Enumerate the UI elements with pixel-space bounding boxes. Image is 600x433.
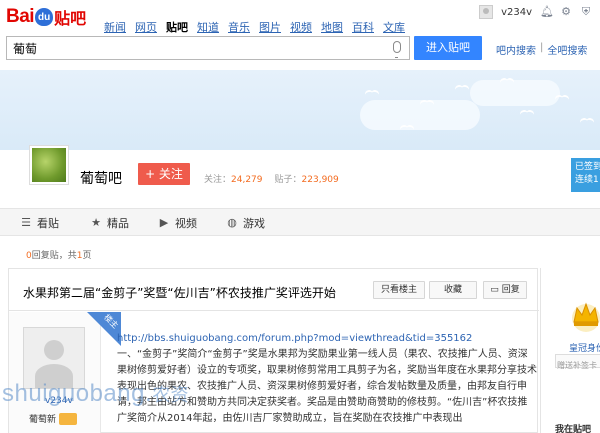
op-corner-badge: 楼主 bbox=[87, 312, 121, 346]
search-links: 吧内搜索 | 全吧搜索 bbox=[496, 42, 587, 57]
follow-count-label: 关注： bbox=[204, 175, 232, 185]
poster-level: 葡萄新 bbox=[29, 412, 78, 425]
logo-bai: Bai bbox=[6, 6, 35, 27]
crown-icon[interactable] bbox=[569, 298, 600, 332]
sign-in-button[interactable]: 已签到 连续1 bbox=[571, 158, 600, 192]
page-count-label: 页 bbox=[82, 251, 92, 261]
tab-label: 精品 bbox=[107, 217, 129, 230]
video-icon: ▶ bbox=[159, 216, 169, 229]
post-count: 223,909 bbox=[301, 175, 339, 185]
sign-in-streak: 连续1 bbox=[575, 175, 599, 185]
post-count-stat: 贴子：223,909 bbox=[275, 172, 339, 185]
bird-decoration bbox=[555, 95, 569, 103]
nav-link[interactable]: 知道 bbox=[197, 19, 219, 35]
site-watermark: shuiguobang.农资 bbox=[2, 380, 189, 408]
thread-title-row: 水果邦第二届“金剪子”奖暨“佐川吉”杯农技推广奖评选开始 只看楼主 收藏 ▭ 回… bbox=[9, 269, 539, 311]
all-forum-search-link[interactable]: 全吧搜索 bbox=[547, 42, 587, 57]
star-icon: ★ bbox=[91, 216, 101, 229]
username[interactable]: v234v bbox=[501, 7, 532, 18]
bell-icon[interactable]: 🔔︎ bbox=[540, 6, 554, 18]
user-avatar[interactable] bbox=[479, 5, 494, 19]
watermark-latin: shuiguobang bbox=[2, 380, 145, 407]
tab-view-posts[interactable]: ☰ 看贴 bbox=[20, 215, 59, 231]
nav-link[interactable]: 地图 bbox=[321, 19, 343, 35]
forum-tabs: ☰ 看贴 ★ 精品 ▶ 视频 ◍ 游戏 bbox=[0, 208, 600, 236]
bird-decoration bbox=[455, 85, 469, 93]
tab-label: 游戏 bbox=[243, 217, 265, 230]
forum-name[interactable]: 葡萄吧 bbox=[80, 168, 122, 188]
favorite-button[interactable]: 收藏 bbox=[429, 281, 477, 299]
product-nav: 新闻 网页 贴吧 知道 音乐 图片 视频 地图 百科 文库 bbox=[104, 19, 405, 35]
nav-link[interactable]: 视频 bbox=[290, 19, 312, 35]
list-icon: ☰ bbox=[21, 216, 31, 229]
post-body: http://bbs.shuiguobang.com/forum.php?mod… bbox=[117, 331, 537, 427]
bird-decoration bbox=[500, 78, 514, 86]
forum-banner bbox=[0, 70, 600, 150]
tab-featured[interactable]: ★ 精品 bbox=[90, 215, 129, 231]
reply-page-count: 0回复贴，共1页 bbox=[26, 248, 92, 261]
comment-icon: ▭ bbox=[490, 285, 499, 295]
op-badge-label: 楼主 bbox=[102, 312, 120, 331]
nav-link[interactable]: 贴吧 bbox=[166, 19, 188, 35]
post-link[interactable]: http://bbs.shuiguobang.com/forum.php?mod… bbox=[117, 331, 537, 347]
bird-decoration bbox=[580, 118, 594, 126]
follow-button[interactable]: + 关注 bbox=[138, 163, 190, 185]
forum-header: 葡萄吧 + 关注 关注：24,279 贴子：223,909 已签到 连续1 bbox=[0, 146, 600, 202]
banner-cloud bbox=[470, 80, 560, 106]
forum-stats: 关注：24,279 贴子：223,909 bbox=[204, 172, 339, 185]
reply-button-label: 回复 bbox=[501, 285, 520, 295]
nav-link[interactable]: 文库 bbox=[383, 19, 405, 35]
search-row: 葡萄 进入贴吧 吧内搜索 | 全吧搜索 bbox=[0, 36, 600, 62]
watermark-cn: 农资 bbox=[152, 385, 190, 406]
nav-link[interactable]: 百科 bbox=[352, 19, 374, 35]
nav-link[interactable]: 网页 bbox=[135, 19, 157, 35]
search-input-value: 葡萄 bbox=[13, 42, 38, 56]
post-count-label: 贴子： bbox=[274, 175, 302, 185]
tab-label: 看贴 bbox=[37, 217, 59, 230]
tab-games[interactable]: ◍ 游戏 bbox=[226, 215, 265, 231]
gear-icon[interactable]: ⚙︎ bbox=[560, 6, 572, 18]
poster-level-title: 葡萄新 bbox=[29, 415, 57, 425]
follow-count-stat: 关注：24,279 bbox=[204, 172, 263, 185]
tab-label: 视频 bbox=[175, 217, 197, 230]
gamepad-icon: ◍ bbox=[227, 216, 237, 229]
bird-decoration bbox=[365, 90, 379, 98]
bird-decoration bbox=[400, 125, 414, 133]
nav-link[interactable]: 图片 bbox=[259, 19, 281, 35]
search-input[interactable]: 葡萄 bbox=[6, 36, 410, 60]
user-area: v234v 🔔︎ ⚙︎ ⛨ bbox=[479, 4, 592, 20]
reply-button[interactable]: ▭ 回复 bbox=[483, 281, 527, 299]
bird-decoration bbox=[420, 100, 434, 108]
gift-hint[interactable]: 赠送补签卡 bbox=[557, 360, 597, 371]
bird-decoration bbox=[520, 110, 534, 118]
logo-tieba: 贴吧 bbox=[54, 9, 87, 28]
top-bar: Bai du 贴吧 新闻 网页 贴吧 知道 音乐 图片 视频 地图 百科 文库 v234v 🔔︎ … bbox=[0, 0, 600, 34]
forum-avatar[interactable] bbox=[30, 146, 68, 184]
shield-icon[interactable]: ⛨ bbox=[580, 6, 592, 18]
tab-video[interactable]: ▶ 视频 bbox=[158, 215, 197, 231]
only-op-button[interactable]: 只看楼主 bbox=[373, 281, 425, 299]
nav-link[interactable]: 新闻 bbox=[104, 19, 126, 35]
thread-container: 水果邦第二届“金剪子”奖暨“佐川吉”杯农技推广奖评选开始 只看楼主 收藏 ▭ 回… bbox=[8, 268, 539, 433]
sign-in-status: 已签到 bbox=[575, 162, 600, 172]
nav-link[interactable]: 音乐 bbox=[228, 19, 250, 35]
in-forum-search-link[interactable]: 吧内搜索 bbox=[496, 42, 536, 57]
right-sidebar: 皇冠身份 赠送补签卡 我在贴吧 bbox=[540, 268, 600, 433]
thread-title: 水果邦第二届“金剪子”奖暨“佐川吉”杯农技推广奖评选开始 bbox=[23, 286, 336, 300]
reply-count-label: 回复贴，共 bbox=[31, 251, 77, 261]
enter-forum-button[interactable]: 进入贴吧 bbox=[414, 36, 482, 60]
level-badge-icon bbox=[59, 412, 78, 425]
paw-icon: du bbox=[35, 8, 54, 26]
microphone-icon[interactable] bbox=[393, 41, 401, 58]
search-links-separator: | bbox=[540, 42, 544, 53]
my-forum-heading: 我在贴吧 bbox=[555, 425, 592, 433]
crown-identity-link[interactable]: 皇冠身份 bbox=[569, 341, 600, 354]
baidu-tieba-logo[interactable]: Bai du 贴吧 bbox=[6, 4, 86, 30]
follow-count: 24,279 bbox=[231, 175, 263, 185]
